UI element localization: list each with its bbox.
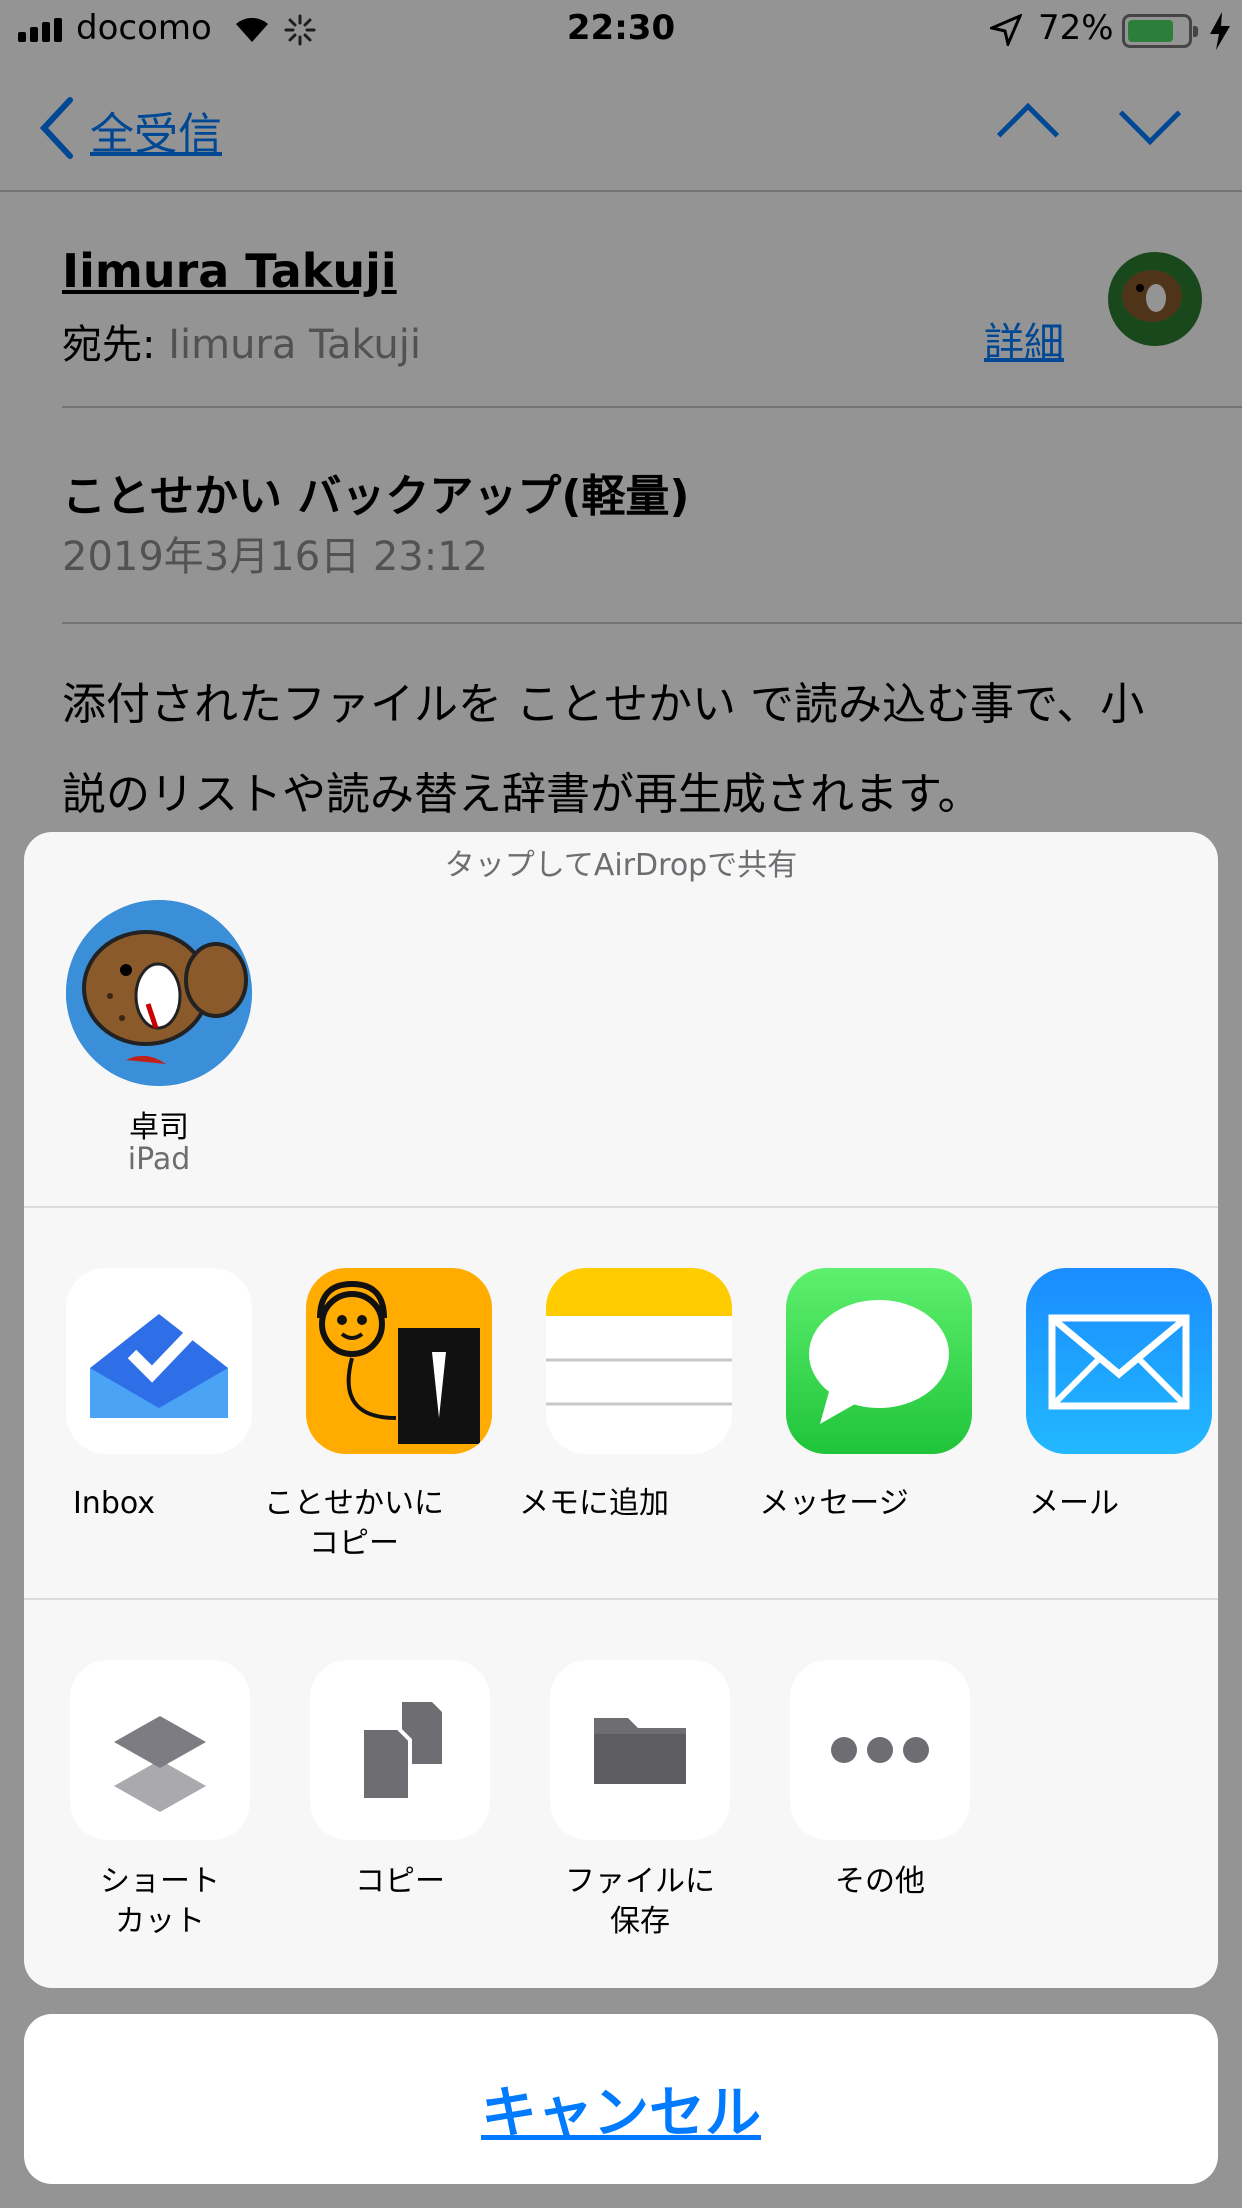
- shortcuts-icon[interactable]: [70, 1660, 250, 1840]
- folder-icon[interactable]: [550, 1660, 730, 1840]
- mail-app-icon[interactable]: [1026, 1268, 1212, 1454]
- divider: [24, 1206, 1218, 1208]
- airdrop-contact-name: 卓司: [129, 1110, 189, 1145]
- action-label-save-to-files: ファイルに 保存: [565, 1864, 715, 1939]
- action-label-more: その他: [835, 1864, 925, 1899]
- share-sheet: タップしてAirDropで共有 卓司 iPad Inbox ことせかいに コピー…: [24, 832, 1218, 1988]
- airdrop-contact-device: iPad: [127, 1142, 191, 1177]
- more-icon[interactable]: [790, 1660, 970, 1840]
- app-label-kotosekai: ことせかいに コピー: [264, 1486, 444, 1561]
- divider: [24, 1598, 1218, 1600]
- copy-icon[interactable]: [310, 1660, 490, 1840]
- airdrop-avatar: [66, 900, 252, 1086]
- app-label-notes: メモに追加: [519, 1486, 669, 1521]
- kotosekai-app-icon[interactable]: [306, 1268, 492, 1454]
- action-label-shortcuts: ショート カット: [100, 1864, 220, 1939]
- airdrop-contact[interactable]: 卓司 iPad: [24, 832, 294, 1192]
- cancel-label: キャンセル: [481, 2081, 761, 2146]
- inbox-app-icon[interactable]: [66, 1268, 252, 1454]
- cancel-button[interactable]: キャンセル: [24, 2014, 1218, 2184]
- notes-app-icon[interactable]: [546, 1268, 732, 1454]
- app-label-inbox: Inbox: [72, 1486, 156, 1521]
- app-label-mail: メール: [1029, 1486, 1119, 1521]
- messages-app-icon[interactable]: [786, 1268, 972, 1454]
- action-label-copy: コピー: [355, 1864, 445, 1899]
- app-label-messages: メッセージ: [759, 1486, 909, 1521]
